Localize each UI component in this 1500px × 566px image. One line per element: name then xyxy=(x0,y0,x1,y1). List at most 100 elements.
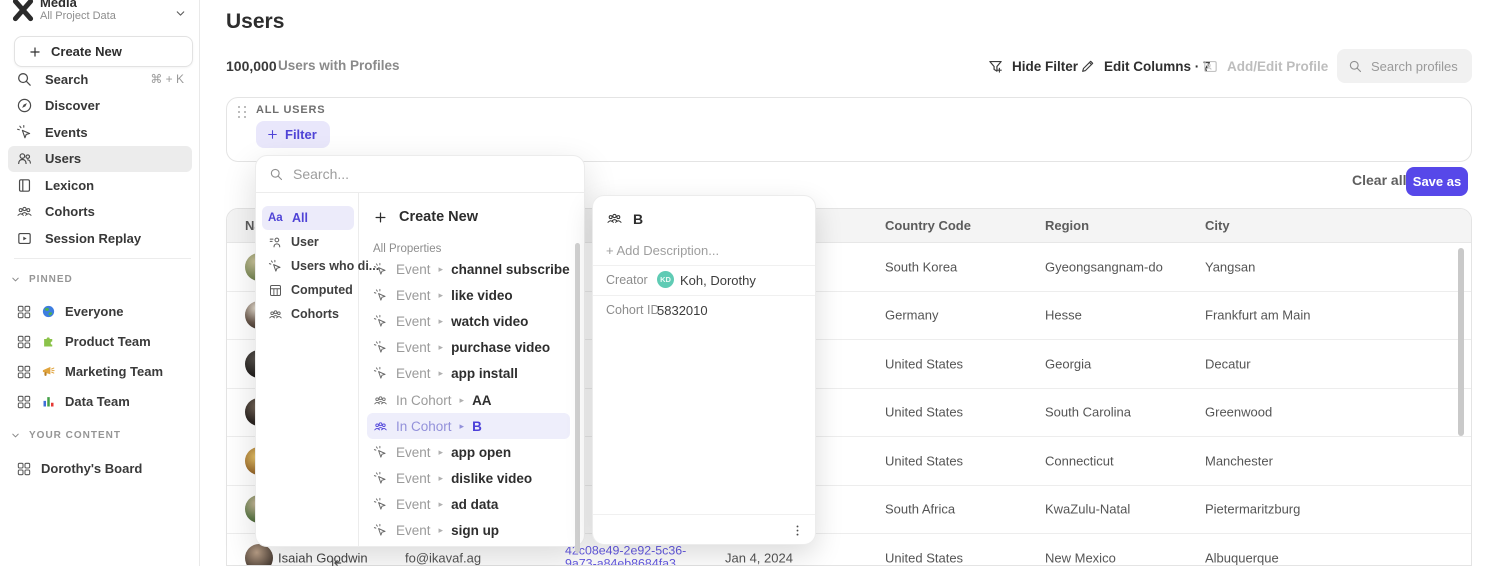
edit-columns-button[interactable]: Edit Columns · 7 xyxy=(1080,58,1211,74)
property-option-cohort-aa[interactable]: In Cohort ▸ AA xyxy=(367,387,570,413)
category-label: Cohorts xyxy=(291,307,339,321)
create-new-button[interactable]: Create New xyxy=(14,36,193,67)
category-all[interactable]: Aa All xyxy=(262,206,354,230)
property-option-ad-data[interactable]: Event ▸ ad data xyxy=(367,492,570,518)
add-filter-button[interactable]: Filter xyxy=(256,121,330,148)
dropdown-search-input[interactable] xyxy=(293,166,563,182)
sidebar-board-dorothys-board[interactable]: Dorothy's Board xyxy=(8,456,192,481)
your-content-section-header[interactable]: YOUR CONTENT xyxy=(10,430,121,441)
add-description-button[interactable]: + Add Description... xyxy=(606,243,719,258)
cohort-card-title: B xyxy=(606,210,643,227)
property-option-watch-video[interactable]: Event ▸ watch video xyxy=(367,308,570,334)
search-icon xyxy=(269,167,284,182)
sidebar-item-users[interactable]: Users xyxy=(8,146,192,173)
event-spark-icon xyxy=(16,124,33,141)
app-logo-icon xyxy=(10,0,36,23)
chevron-down-icon xyxy=(174,7,187,20)
option-name: app open xyxy=(451,445,511,460)
dropdown-property-list: Create New All Properties Event ▸ channe… xyxy=(359,193,584,546)
more-options-button[interactable] xyxy=(786,519,808,541)
table-scrollbar-thumb[interactable] xyxy=(1458,248,1464,436)
compass-icon xyxy=(16,97,33,114)
sidebar-board-everyone[interactable]: Everyone xyxy=(8,299,192,324)
sidebar-item-label: Session Replay xyxy=(45,231,141,246)
column-header-city[interactable]: City xyxy=(1205,218,1230,233)
option-prefix: Event xyxy=(396,366,431,381)
save-as-button[interactable]: Save as xyxy=(1406,167,1468,196)
collapse-panel-icon[interactable] xyxy=(328,555,344,566)
user-properties-icon xyxy=(268,235,283,250)
your-content-label: YOUR CONTENT xyxy=(29,430,121,441)
sidebar-item-session-replay[interactable]: Session Replay xyxy=(8,225,192,252)
add-edit-profile-button[interactable]: Add/Edit Profile xyxy=(1202,58,1328,75)
caret-icon: ▸ xyxy=(460,395,465,406)
column-header-country-code[interactable]: Country Code xyxy=(885,218,971,233)
cell-distinct-id[interactable]: 42c08e49-2e92-5c36-9a73-a84eb8684fa3 xyxy=(565,544,693,566)
cell-city: Yangsan xyxy=(1205,259,1255,274)
cell-country-code: South Africa xyxy=(885,502,955,517)
board-label: Everyone xyxy=(65,304,124,319)
sidebar-board-data-team[interactable]: Data Team xyxy=(8,389,192,414)
clear-all-button[interactable]: Clear all xyxy=(1352,172,1406,188)
option-prefix: In Cohort xyxy=(396,393,452,408)
cell-region: New Mexico xyxy=(1045,550,1116,565)
hide-filter-button[interactable]: Hide Filter xyxy=(987,58,1078,75)
property-option-sign-up[interactable]: Event ▸ sign up xyxy=(367,518,570,544)
property-option-channel-subscribe[interactable]: Event ▸ channel subscribe xyxy=(367,256,570,282)
filter-button-label: Filter xyxy=(285,127,317,142)
board-label: Dorothy's Board xyxy=(41,461,142,476)
option-name: AA xyxy=(472,393,492,408)
column-header-region[interactable]: Region xyxy=(1045,218,1089,233)
plus-icon xyxy=(266,128,279,141)
kebab-menu-icon xyxy=(790,523,805,538)
chevron-down-icon xyxy=(10,274,21,285)
chevron-down-icon xyxy=(10,430,21,441)
cell-updated-date: Jan 4, 2024 xyxy=(725,550,793,565)
workspace-switcher[interactable]: Media All Project Data xyxy=(8,0,192,29)
cell-region: Hesse xyxy=(1045,308,1082,323)
create-new-label: Create New xyxy=(399,209,478,225)
dropdown-create-new-button[interactable]: Create New xyxy=(373,203,478,231)
property-option-dislike-video[interactable]: Event ▸ dislike video xyxy=(367,466,570,492)
option-name: watch video xyxy=(451,314,528,329)
option-name: sign up xyxy=(451,523,499,538)
puzzle-emoji-icon xyxy=(41,334,56,349)
category-computed[interactable]: Computed xyxy=(262,278,354,302)
cell-country-code: United States xyxy=(885,550,963,565)
sidebar-item-label: Cohorts xyxy=(45,204,95,219)
pencil-icon xyxy=(1080,58,1096,74)
globe-emoji-icon xyxy=(41,304,56,319)
pinned-section-header[interactable]: PINNED xyxy=(10,274,73,285)
property-option-app-install[interactable]: Event ▸ app install xyxy=(367,361,570,387)
board-label: Marketing Team xyxy=(65,364,163,379)
search-profiles-input[interactable] xyxy=(1371,59,1467,74)
sidebar-board-marketing-team[interactable]: Marketing Team xyxy=(8,359,192,384)
property-option-like-video[interactable]: Event ▸ like video xyxy=(367,282,570,308)
sidebar-item-search[interactable]: Search ⌘ + K xyxy=(8,66,192,93)
search-icon xyxy=(16,71,33,88)
cell-country-code: Germany xyxy=(885,308,938,323)
drag-handle[interactable] xyxy=(238,106,247,119)
property-option-app-open[interactable]: Event ▸ app open xyxy=(367,439,570,465)
dropdown-scrollbar-thumb[interactable] xyxy=(575,243,580,553)
search-profiles-box xyxy=(1337,49,1472,83)
option-prefix: Event xyxy=(396,262,431,277)
sidebar-item-events[interactable]: Events xyxy=(8,119,192,146)
category-user[interactable]: User xyxy=(262,230,354,254)
sidebar-item-discover[interactable]: Discover xyxy=(8,93,192,120)
dropdown-category-column: Aa All User Users who di... Computed Coh… xyxy=(256,193,359,546)
category-users-who-did[interactable]: Users who di... xyxy=(262,254,354,278)
category-cohorts[interactable]: Cohorts xyxy=(262,302,354,326)
sidebar-item-cohorts[interactable]: Cohorts xyxy=(8,199,192,226)
filter-group-label: ALL USERS xyxy=(256,104,325,116)
board-label: Product Team xyxy=(65,334,151,349)
event-spark-icon xyxy=(268,259,283,274)
event-spark-icon xyxy=(373,471,388,486)
user-count: 100,000 xyxy=(226,58,277,74)
property-option-purchase-video[interactable]: Event ▸ purchase video xyxy=(367,335,570,361)
board-grid-icon xyxy=(16,334,32,350)
sidebar-board-product-team[interactable]: Product Team xyxy=(8,329,192,354)
sidebar-item-lexicon[interactable]: Lexicon xyxy=(8,172,192,199)
property-option-cohort-b[interactable]: In Cohort ▸ B xyxy=(367,413,570,439)
cell-region: Georgia xyxy=(1045,356,1091,371)
